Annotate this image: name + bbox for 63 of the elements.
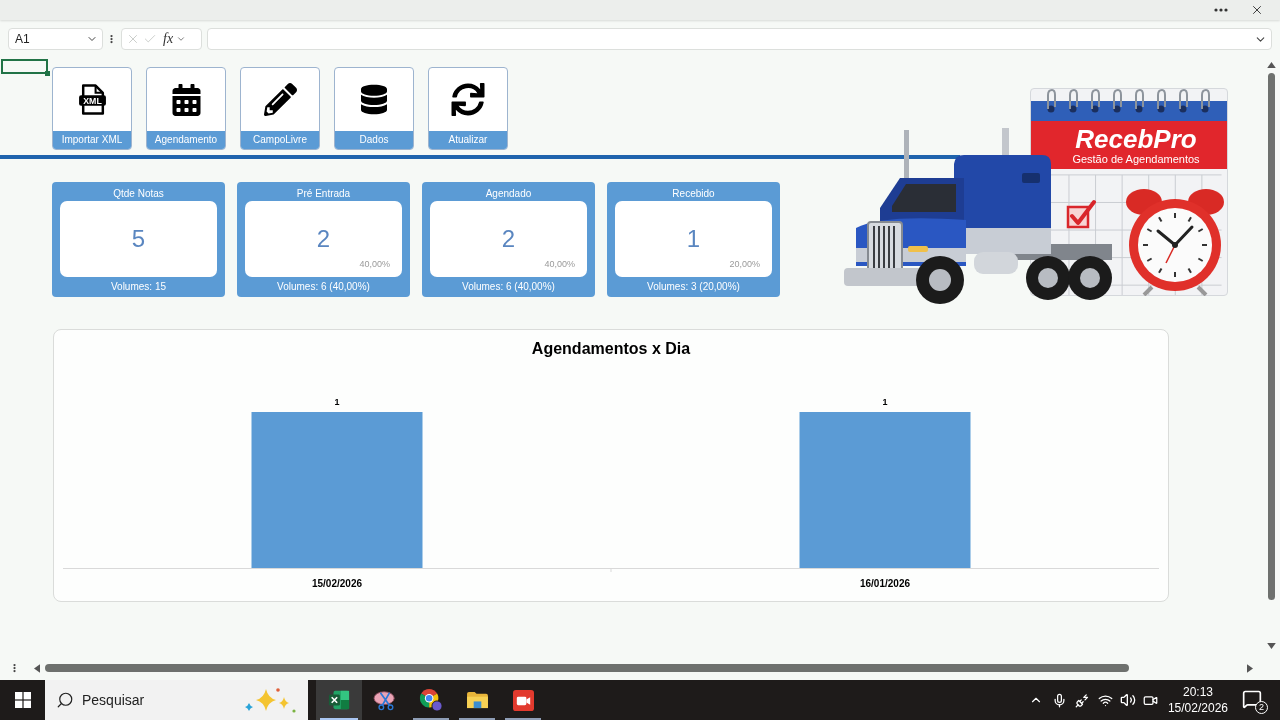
scroll-down-icon[interactable] — [1266, 643, 1276, 649]
chart-title: Agendamentos x Dia — [531, 339, 691, 359]
kpi-footer: Volumes: 3 (20,00%) — [647, 281, 740, 293]
formula-input[interactable] — [207, 28, 1272, 50]
kpi-footer: Volumes: 15 — [110, 281, 166, 293]
xml-file-icon: XML — [78, 84, 106, 115]
scissors-icon — [373, 689, 397, 711]
search-field[interactable]: Pesquisar — [82, 689, 222, 711]
kpi-value: 2 — [501, 225, 516, 253]
axis-label: 15/02/2026 — [311, 578, 363, 589]
volume-icon[interactable] — [1119, 692, 1136, 708]
data-label: 1 — [882, 397, 888, 407]
name-box[interactable]: A1 — [8, 28, 103, 50]
logo-title: RecebPro — [1075, 124, 1197, 153]
clock-date[interactable]: 15/02/2026 — [1167, 700, 1228, 716]
drag-handle-icon[interactable] — [110, 34, 113, 44]
scroll-up-icon[interactable] — [1266, 62, 1276, 68]
more-icon[interactable] — [13, 663, 16, 673]
data-label: 1 — [334, 397, 340, 407]
clock-time[interactable]: 20:13 — [1182, 684, 1213, 700]
kpi-share: 20,00% — [729, 259, 760, 270]
taskbar-app[interactable] — [316, 680, 362, 720]
windows-start-icon[interactable] — [14, 692, 31, 708]
checkbox-icon — [1066, 199, 1096, 229]
close-icon[interactable] — [1250, 3, 1264, 17]
pencil-icon — [263, 83, 297, 116]
toolbar-button[interactable]: XML Importar XML — [52, 67, 132, 150]
notification-count: 2 — [1255, 701, 1268, 714]
scroll-right-icon[interactable] — [1247, 663, 1253, 673]
kpi-title: Recebido — [672, 188, 715, 200]
folder-icon — [465, 690, 489, 710]
scroll-left-icon[interactable] — [34, 663, 40, 673]
kpi-share: 40,00% — [544, 259, 575, 270]
power-plug-icon[interactable] — [1074, 692, 1090, 708]
kpi-value: 5 — [131, 225, 146, 253]
microphone-icon[interactable] — [1051, 692, 1067, 708]
chevron-down-icon[interactable] — [176, 34, 187, 44]
kpi-value: 2 — [316, 225, 331, 253]
kpi-footer: Volumes: 6 (40,00%) — [462, 281, 555, 293]
scrollbar-thumb[interactable] — [45, 664, 1129, 672]
database-icon — [361, 83, 387, 116]
kpi-share: 40,00% — [359, 259, 390, 270]
camera-icon — [512, 689, 534, 711]
calendar-icon — [170, 83, 202, 116]
kpi-title: Pré Entrada — [296, 188, 351, 200]
selected-cell[interactable] — [1, 59, 48, 74]
notifications-icon[interactable] — [1242, 689, 1262, 709]
scrollbar-thumb[interactable] — [1267, 73, 1275, 600]
spreadsheet-icon — [328, 689, 350, 711]
search-icon[interactable] — [56, 691, 74, 709]
search-box[interactable]: Pesquisar — [45, 680, 308, 720]
more-icon[interactable] — [1214, 8, 1228, 12]
logo-subtitle: Gestão de Agendamentos — [1072, 152, 1200, 166]
kpi-title: Qtde Notas — [113, 188, 164, 200]
kpi-title: Agendado — [485, 188, 532, 200]
wifi-icon[interactable] — [1097, 692, 1113, 708]
refresh-icon — [450, 83, 486, 116]
browser-icon — [419, 688, 443, 712]
check-icon[interactable] — [143, 32, 157, 46]
axis-label: 16/01/2026 — [859, 578, 911, 589]
kpi-footer: Volumes: 6 (40,00%) — [277, 281, 370, 293]
insert-function-button[interactable]: fx — [163, 31, 174, 47]
kpi-value: 1 — [686, 225, 701, 253]
